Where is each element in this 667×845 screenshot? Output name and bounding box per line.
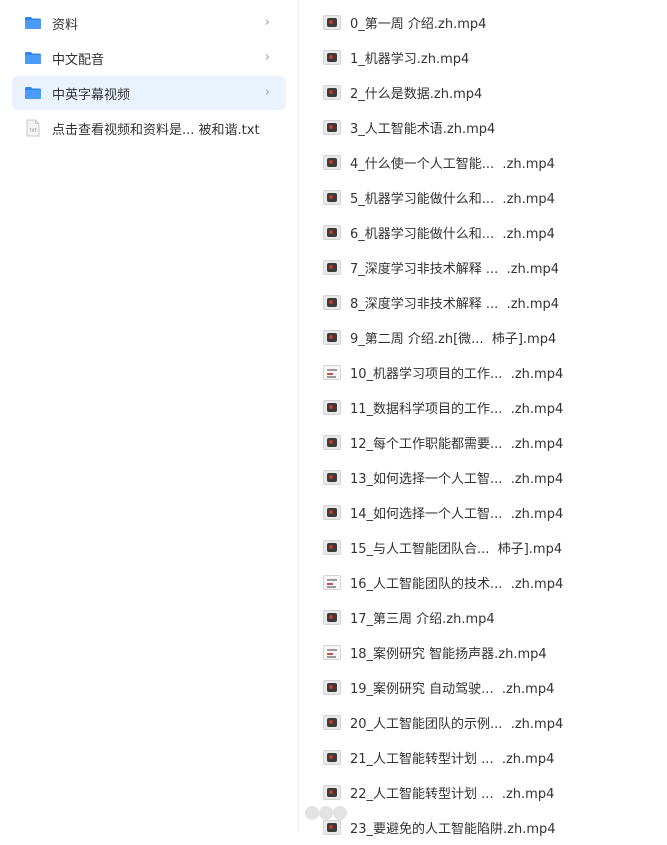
folder-item-label: 中文配音	[52, 52, 105, 68]
file-list-item[interactable]: 20_人工智能团队的示例... .zh.mp4	[323, 705, 599, 740]
video-thumbnail-icon	[323, 680, 341, 695]
file-name: 14_如何选择一个人工智... .zh.mp4	[350, 507, 564, 522]
file-name: 8_深度学习非技术解释 ... .zh.mp4	[350, 297, 560, 312]
indicator-dot	[333, 806, 347, 820]
file-name: 12_每个工作职能都需要... .zh.mp4	[350, 437, 564, 452]
video-thumbnail-slide-icon	[323, 575, 341, 590]
video-thumbnail-icon	[323, 295, 341, 310]
file-name: 18_案例研究 智能扬声器.zh.mp4	[350, 647, 547, 662]
file-list-item[interactable]: 13_如何选择一个人工智... .zh.mp4	[323, 460, 599, 495]
file-list-item[interactable]: 12_每个工作职能都需要... .zh.mp4	[323, 425, 599, 460]
folder-icon	[25, 52, 41, 64]
folder-item-ziliao[interactable]: 资料 ›	[12, 6, 286, 40]
video-thumbnail-icon	[323, 155, 341, 170]
indicator-dot	[319, 806, 333, 820]
video-thumbnail-icon	[323, 190, 341, 205]
empty-area	[599, 0, 667, 832]
file-name: 1_机器学习.zh.mp4	[350, 52, 470, 67]
file-name: 0_第一周 介绍.zh.mp4	[350, 17, 487, 32]
file-item-txt[interactable]: TXT 点击查看视频和资料是... 被和谐.txt	[12, 111, 286, 145]
video-thumbnail-slide-icon	[323, 645, 341, 660]
file-name: 20_人工智能团队的示例... .zh.mp4	[350, 717, 564, 732]
file-list-item[interactable]: 2_什么是数据.zh.mp4	[323, 75, 599, 110]
indicator-dot	[305, 806, 319, 820]
video-thumbnail-icon	[323, 50, 341, 65]
file-list-pane: 0_第一周 介绍.zh.mp4 1_机器学习.zh.mp4 2_什么是数据.zh.m…	[299, 0, 599, 837]
file-list-item[interactable]: 18_案例研究 智能扬声器.zh.mp4	[323, 635, 599, 670]
file-list-item[interactable]: 6_机器学习能做什么和... .zh.mp4	[323, 215, 599, 250]
video-thumbnail-icon	[323, 85, 341, 100]
folder-item-label: 资料	[52, 17, 79, 33]
file-name: 16_人工智能团队的技术... .zh.mp4	[350, 577, 564, 592]
folder-icon	[25, 17, 41, 29]
file-name: 3_人工智能术语.zh.mp4	[350, 122, 496, 137]
folder-icon	[25, 87, 41, 99]
video-thumbnail-icon	[323, 15, 341, 30]
video-thumbnail-icon	[323, 330, 341, 345]
file-list-item[interactable]: 21_人工智能转型计划 ... .zh.mp4	[323, 740, 599, 775]
video-thumbnail-icon	[323, 715, 341, 730]
folder-item-bilingual-subtitle-videos[interactable]: 中英字幕视频 ›	[12, 76, 286, 110]
svg-text:TXT: TXT	[28, 128, 37, 133]
video-thumbnail-icon	[323, 260, 341, 275]
file-name: 19_案例研究 自动驾驶... .zh.mp4	[350, 682, 555, 697]
chevron-right-icon: ›	[264, 85, 270, 100]
file-list-item[interactable]: 10_机器学习项目的工作... .zh.mp4	[323, 355, 599, 390]
file-list-item[interactable]: 3_人工智能术语.zh.mp4	[323, 110, 599, 145]
file-name: 10_机器学习项目的工作... .zh.mp4	[350, 367, 564, 382]
video-thumbnail-icon	[323, 225, 341, 240]
video-thumbnail-icon	[323, 785, 341, 800]
file-list-item[interactable]: 1_机器学习.zh.mp4	[323, 40, 599, 75]
chevron-right-icon: ›	[264, 15, 270, 30]
file-list-item[interactable]: 19_案例研究 自动驾驶... .zh.mp4	[323, 670, 599, 705]
file-name: 4_什么使一个人工智能... .zh.mp4	[350, 157, 555, 172]
file-list-item[interactable]: 14_如何选择一个人工智... .zh.mp4	[323, 495, 599, 530]
file-list-item[interactable]: 9_第二周 介绍.zh[微... 柿子].mp4	[323, 320, 599, 355]
video-thumbnail-icon	[323, 400, 341, 415]
file-name: 7_深度学习非技术解释 ... .zh.mp4	[350, 262, 560, 277]
file-list-item[interactable]: 15_与人工智能团队合... 柿子].mp4	[323, 530, 599, 565]
file-list-item[interactable]: 11_数据科学项目的工作... .zh.mp4	[323, 390, 599, 425]
file-list-item[interactable]: 8_深度学习非技术解释 ... .zh.mp4	[323, 285, 599, 320]
file-list-item[interactable]: 5_机器学习能做什么和... .zh.mp4	[323, 180, 599, 215]
file-list-item[interactable]: 4_什么使一个人工智能... .zh.mp4	[323, 145, 599, 180]
video-thumbnail-icon	[323, 505, 341, 520]
file-name: 17_第三周 介绍.zh.mp4	[350, 612, 495, 627]
chevron-right-icon: ›	[264, 50, 270, 65]
txt-file-icon: TXT	[26, 119, 40, 137]
file-name: 21_人工智能转型计划 ... .zh.mp4	[350, 752, 555, 767]
file-list-item[interactable]: 0_第一周 介绍.zh.mp4	[323, 5, 599, 40]
file-name: 13_如何选择一个人工智... .zh.mp4	[350, 472, 564, 487]
file-name: 15_与人工智能团队合... 柿子].mp4	[350, 542, 563, 557]
folder-item-label: 中英字幕视频	[52, 87, 131, 103]
video-thumbnail-icon	[323, 750, 341, 765]
folder-pane: 资料 › 中文配音 › 中英字幕视频 › TXT 点击查看视频和资料是... 被…	[0, 0, 298, 832]
file-name: 2_什么是数据.zh.mp4	[350, 87, 483, 102]
blurred-bottom-indicator	[299, 800, 599, 832]
video-thumbnail-icon	[323, 470, 341, 485]
folder-item-chinese-dubbing[interactable]: 中文配音 ›	[12, 41, 286, 75]
file-name: 9_第二周 介绍.zh[微... 柿子].mp4	[350, 332, 557, 347]
file-name: 11_数据科学项目的工作... .zh.mp4	[350, 402, 564, 417]
file-list-item[interactable]: 7_深度学习非技术解释 ... .zh.mp4	[323, 250, 599, 285]
file-name: 6_机器学习能做什么和... .zh.mp4	[350, 227, 555, 242]
folder-list: 资料 › 中文配音 › 中英字幕视频 › TXT 点击查看视频和资料是... 被…	[12, 6, 286, 146]
file-item-label: 点击查看视频和资料是... 被和谐.txt	[52, 122, 260, 138]
file-list-item[interactable]: 17_第三周 介绍.zh.mp4	[323, 600, 599, 635]
video-thumbnail-icon	[323, 435, 341, 450]
file-name: 5_机器学习能做什么和... .zh.mp4	[350, 192, 555, 207]
file-list-item[interactable]: 16_人工智能团队的技术... .zh.mp4	[323, 565, 599, 600]
video-thumbnail-icon	[323, 540, 341, 555]
video-thumbnail-slide-icon	[323, 365, 341, 380]
video-thumbnail-icon	[323, 120, 341, 135]
video-file-list: 0_第一周 介绍.zh.mp4 1_机器学习.zh.mp4 2_什么是数据.zh.m…	[323, 5, 599, 845]
video-thumbnail-icon	[323, 610, 341, 625]
